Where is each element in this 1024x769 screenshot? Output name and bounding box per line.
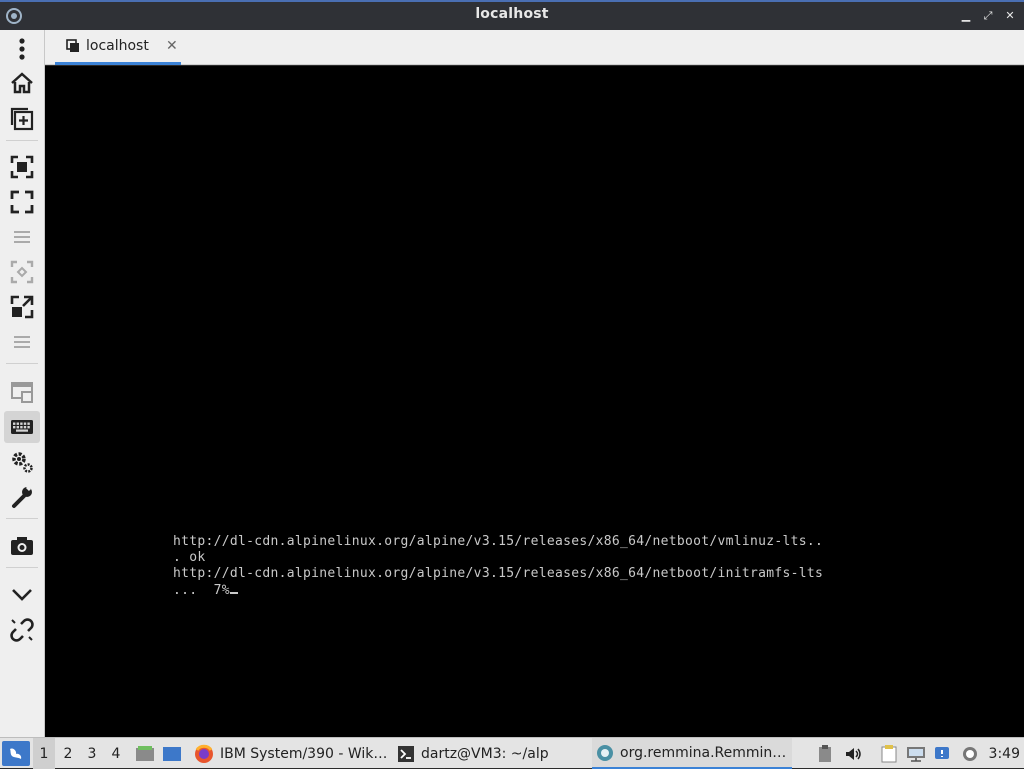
keyboard-grab-icon[interactable] <box>4 411 40 443</box>
disconnect-icon[interactable] <box>4 614 40 646</box>
notification-icon <box>935 746 949 759</box>
dynamic-resolution-icon[interactable] <box>4 291 40 323</box>
console-line: http://dl-cdn.alpinelinux.org/alpine/v3.… <box>173 566 824 581</box>
task-label: IBM System/390 - Wik… <box>220 745 388 762</box>
taskbar: 1 2 3 4 IBM System/390 - Wik… dartz@VM3:… <box>0 737 1024 769</box>
console-line: . ok <box>173 550 206 565</box>
remmina-toolbar <box>0 30 45 737</box>
scaled-mode-icon[interactable] <box>4 256 40 288</box>
tray-network[interactable] <box>905 738 927 769</box>
volume-icon <box>846 747 861 760</box>
tray-volume[interactable] <box>842 738 864 769</box>
remmina-icon <box>597 744 613 761</box>
task-firefox[interactable]: IBM System/390 - Wik… <box>190 738 390 769</box>
task-label: dartz@VM3: ~/alp <box>421 745 549 762</box>
home-icon[interactable] <box>4 67 40 99</box>
workspace-2[interactable]: 2 <box>57 738 79 769</box>
menu-icon[interactable] <box>4 33 40 65</box>
toolbar-separator-icon <box>4 221 40 253</box>
task-remmina[interactable]: org.remmina.Remmin… <box>592 738 792 769</box>
workspace-4[interactable]: 4 <box>105 738 127 769</box>
fullscreen-icon[interactable] <box>4 186 40 218</box>
terminal-icon <box>398 745 414 762</box>
workspace-1[interactable]: 1 <box>33 738 55 769</box>
tab-localhost[interactable]: localhost ✕ <box>55 30 181 65</box>
firefox-icon <box>195 744 213 763</box>
new-connection-icon[interactable] <box>4 103 40 135</box>
preferences-icon[interactable] <box>4 446 40 478</box>
console-line: ... 7% <box>173 583 230 598</box>
clipboard-icon <box>819 744 831 762</box>
close-button[interactable]: ✕ <box>1002 8 1018 24</box>
multi-monitor-icon[interactable] <box>4 376 40 408</box>
tools-icon[interactable] <box>4 481 40 513</box>
tab-bar: localhost ✕ <box>45 30 1024 65</box>
tray-notification[interactable] <box>931 738 953 769</box>
task-label: org.remmina.Remmin… <box>620 744 787 761</box>
console-output: http://dl-cdn.alpinelinux.org/alpine/v3.… <box>173 534 823 599</box>
connection-tab-icon <box>66 39 79 52</box>
toolbar-separator-icon <box>4 326 40 358</box>
minimize-toolbar-icon[interactable] <box>4 578 40 610</box>
file-manager-icon <box>136 745 154 761</box>
lxqt-logo-icon <box>10 747 22 759</box>
remote-screen[interactable]: http://dl-cdn.alpinelinux.org/alpine/v3.… <box>45 66 1024 737</box>
tray-status[interactable] <box>959 738 981 769</box>
window-titlebar[interactable]: localhost ▁ ⤢ ✕ <box>0 0 1024 30</box>
tab-label: localhost <box>86 38 149 54</box>
workspace-3[interactable]: 3 <box>81 738 103 769</box>
screenshot-icon[interactable] <box>4 530 40 562</box>
start-menu-button[interactable] <box>2 741 30 766</box>
task-terminal[interactable]: dartz@VM3: ~/alp <box>393 738 588 769</box>
tray-notes[interactable] <box>878 738 900 769</box>
desktop-icon <box>163 746 181 761</box>
tab-close-icon[interactable]: ✕ <box>165 38 179 54</box>
taskbar-clock[interactable]: 3:49 <box>989 738 1020 769</box>
tray-clipboard[interactable] <box>814 738 836 769</box>
restore-button[interactable]: ⤢ <box>980 8 996 24</box>
file-manager-launcher[interactable] <box>134 738 156 769</box>
minimize-button[interactable]: ▁ <box>958 8 974 24</box>
console-line: http://dl-cdn.alpinelinux.org/alpine/v3.… <box>173 534 824 549</box>
window-title: localhost <box>475 6 549 22</box>
network-icon <box>907 746 925 762</box>
show-desktop-launcher[interactable] <box>161 738 183 769</box>
fit-window-icon[interactable] <box>4 151 40 183</box>
notes-icon <box>881 744 897 762</box>
status-icon <box>963 746 977 761</box>
text-cursor <box>229 582 238 594</box>
